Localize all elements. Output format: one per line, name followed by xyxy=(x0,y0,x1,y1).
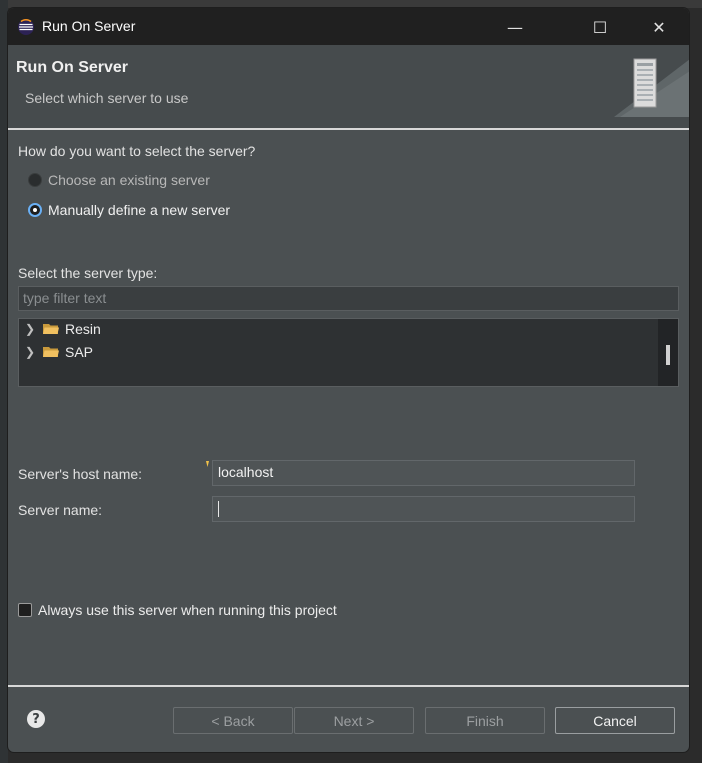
radio-button-on xyxy=(28,203,42,217)
chevron-right-icon[interactable]: ❯ xyxy=(25,345,35,359)
minimize-button[interactable]: — xyxy=(493,12,537,42)
radio-existing-server[interactable]: Choose an existing server xyxy=(28,172,210,188)
next-button[interactable]: Next > xyxy=(294,707,414,734)
always-use-server-checkbox[interactable]: Always use this server when running this… xyxy=(18,602,337,618)
run-on-server-dialog: Run On Server — ☐ ✕ Run On Server Select… xyxy=(7,7,690,753)
radio-label: Manually define a new server xyxy=(48,202,231,218)
checkbox-label: Always use this server when running this… xyxy=(38,602,337,618)
back-button[interactable]: < Back xyxy=(173,707,293,734)
host-name-input[interactable]: localhost xyxy=(212,460,635,486)
server-type-tree: ❯ Resin ❯ SAP xyxy=(18,318,679,387)
tree-item-sap[interactable]: ❯ SAP xyxy=(25,344,93,360)
folder-icon xyxy=(43,324,59,334)
minimize-icon: — xyxy=(507,17,523,37)
maximize-icon: ☐ xyxy=(592,17,608,37)
content-assist-icon xyxy=(206,461,209,467)
wizard-header: Run On Server Select which server to use xyxy=(8,45,689,129)
help-icon[interactable]: ? xyxy=(27,710,45,728)
tree-item-resin[interactable]: ❯ Resin xyxy=(25,321,101,337)
text-caret xyxy=(218,501,219,518)
header-divider xyxy=(8,128,689,130)
server-type-label: Select the server type: xyxy=(18,265,158,281)
selection-question: How do you want to select the server? xyxy=(18,143,256,159)
title-bar: Run On Server — ☐ ✕ xyxy=(8,8,689,45)
eclipse-logo-icon xyxy=(18,19,34,35)
server-icon xyxy=(614,58,689,117)
chevron-right-icon[interactable]: ❯ xyxy=(25,322,35,336)
close-button[interactable]: ✕ xyxy=(637,12,681,42)
server-name-label: Server name: xyxy=(18,502,103,518)
server-name-input[interactable] xyxy=(212,496,635,522)
footer-divider xyxy=(8,685,689,687)
close-icon: ✕ xyxy=(652,17,666,37)
cancel-button[interactable]: Cancel xyxy=(555,707,675,734)
host-name-label: Server's host name: xyxy=(18,466,143,482)
radio-label: Choose an existing server xyxy=(48,172,210,188)
tree-item-label: SAP xyxy=(65,344,94,360)
tree-scrollbar[interactable] xyxy=(658,319,678,386)
checkbox-box[interactable] xyxy=(18,603,32,617)
finish-button[interactable]: Finish xyxy=(425,707,545,734)
tree-item-label: Resin xyxy=(65,321,101,337)
folder-icon xyxy=(43,347,59,357)
window-title: Run On Server xyxy=(42,18,136,34)
scrollbar-thumb[interactable] xyxy=(666,345,670,365)
maximize-button[interactable]: ☐ xyxy=(578,12,622,42)
filter-input[interactable]: type filter text xyxy=(18,286,679,311)
page-subtitle: Select which server to use xyxy=(25,90,189,106)
radio-manual-server[interactable]: Manually define a new server xyxy=(28,202,230,218)
page-title: Run On Server xyxy=(16,59,129,76)
radio-button-off xyxy=(28,173,42,187)
